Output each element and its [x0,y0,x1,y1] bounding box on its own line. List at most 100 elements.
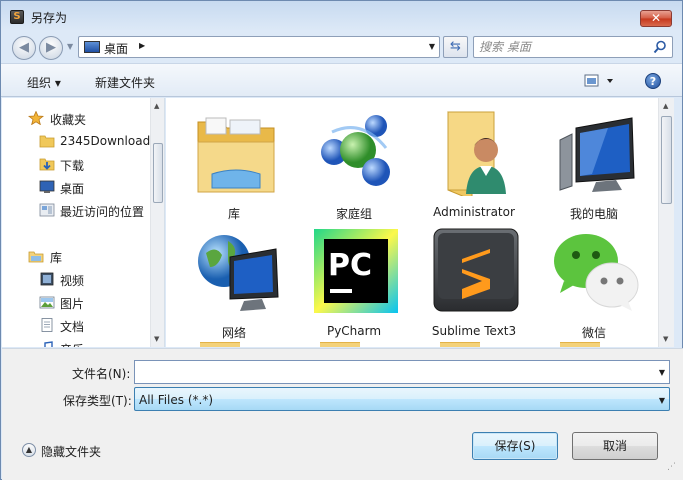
chevron-up-icon[interactable]: ▲ [22,443,36,457]
sidebar-item-label: 桌面 [60,182,85,196]
desktop-icon [39,180,55,193]
video-icon [40,272,54,286]
scrollbar-thumb[interactable] [661,116,672,204]
file-type-select[interactable]: All Files (*.*) ▼ [134,387,670,411]
list-item[interactable]: PC PyCharm [298,219,410,339]
navigation-scrollbar[interactable]: ▲ ▼ [150,98,164,347]
computer-icon [559,117,635,192]
sidebar-item-music[interactable]: 音乐 [2,338,150,347]
command-bar: 组织 ▾ 新建文件夹 ? [1,63,682,97]
change-view-icon[interactable] [584,73,618,89]
save-button[interactable]: 保存(S) [472,432,558,460]
title-bar: S 另存为 ✕ [1,1,682,31]
filename-combobox[interactable]: ▼ [134,360,670,384]
svg-text:PC: PC [328,248,372,283]
scroll-up-arrow-icon[interactable]: ▲ [663,102,668,110]
scroll-down-arrow-icon[interactable]: ▼ [154,335,159,343]
sidebar-item-label: 文档 [60,320,85,334]
pycharm-icon: PC [314,229,398,313]
library-folder-icon [197,117,275,193]
file-label: 微信 [581,326,606,340]
forward-button[interactable]: ▶ [39,36,63,60]
new-folder-button[interactable]: 新建文件夹 [95,74,155,91]
sidebar-item-label: 2345Downloads [60,134,157,148]
scroll-up-arrow-icon[interactable]: ▲ [154,102,159,110]
sidebar-item-label: 图片 [60,297,85,311]
file-type-label: 保存类型(T): [63,394,132,408]
list-item[interactable]: 家庭组 [298,100,410,221]
save-as-dialog: S 另存为 ✕ ◀ ▶ ▼ 桌面 ▶ ▼ ⇆ 组织 ▾ 新建文件夹 ? [0,0,683,480]
chevron-down-icon[interactable]: ▼ [429,42,435,51]
partial-folder-icon [560,342,600,347]
organize-menu[interactable]: 组织 ▾ [27,74,61,91]
back-button[interactable]: ◀ [12,36,36,60]
music-icon [44,341,53,347]
hide-folders-label[interactable]: 隐藏文件夹 [41,443,101,460]
filename-label: 文件名(N): [72,367,131,381]
libraries-icon [28,251,44,263]
pictures-icon [39,296,55,309]
list-item[interactable]: 我的电脑 [538,100,650,221]
refresh-button[interactable]: ⇆ [443,36,468,58]
resize-grip-icon[interactable]: ⋰ [667,463,679,476]
list-item[interactable]: 微信 [538,219,650,340]
file-label: Sublime Text3 [431,324,517,338]
recent-places-icon [39,203,55,217]
sidebar-item-desktop[interactable]: 桌面 [2,177,150,197]
sidebar-item-documents[interactable]: 文档 [2,315,150,335]
sidebar-item-favorites[interactable]: 收藏夹 [2,108,150,128]
navigation-pane: 收藏夹 2345Downloads 下载 桌面 最近访问的位置 库 视频 图片 … [2,98,165,347]
sidebar-item-label: 下载 [60,159,85,173]
list-item[interactable]: 网络 [178,219,290,340]
sidebar-item-libraries[interactable]: 库 [2,246,150,266]
close-button[interactable]: ✕ [640,10,672,27]
sidebar-item-recent[interactable]: 最近访问的位置 [2,200,150,220]
sidebar-item-label: 最近访问的位置 [60,205,145,219]
file-label: PyCharm [326,324,382,338]
file-label: 网络 [221,326,246,340]
documents-icon [41,318,53,332]
list-item[interactable]: Sublime Text3 [418,219,530,339]
search-icon[interactable] [653,40,667,54]
download-folder-icon [39,158,55,171]
search-box[interactable] [473,36,673,58]
sidebar-item-label: 音乐 [60,341,84,347]
network-icon [198,235,279,311]
file-list: 库 家庭组 Administrator 我的电脑 网络 PC PyCharm S… [166,98,658,347]
recent-locations-dropdown[interactable]: ▼ [67,42,73,51]
partial-folder-icon [320,342,360,347]
address-bar[interactable]: 桌面 ▶ ▼ [78,36,440,58]
scroll-down-arrow-icon[interactable]: ▼ [663,335,668,343]
cancel-button[interactable]: 取消 [572,432,658,460]
partial-folder-icon [200,342,240,347]
chevron-down-icon[interactable]: ▼ [659,368,665,377]
scrollbar-thumb[interactable] [153,143,163,203]
window-title: 另存为 [31,11,68,25]
partial-folder-icon [440,342,480,347]
homegroup-icon [321,115,390,186]
help-icon[interactable]: ? [645,73,661,89]
sidebar-item-label: 库 [50,251,63,265]
sublime-app-icon: S [10,10,24,24]
wechat-icon [554,234,639,311]
sidebar-item-downloads[interactable]: 下载 [2,154,150,174]
folder-icon [39,135,55,148]
sidebar-item-label: 收藏夹 [50,113,87,127]
sidebar-item-videos[interactable]: 视频 [2,269,150,289]
sidebar-item-pictures[interactable]: 图片 [2,292,150,312]
address-location[interactable]: 桌面 [104,40,128,57]
search-input[interactable] [479,39,649,55]
star-icon [28,111,44,125]
chevron-right-icon[interactable]: ▶ [139,41,145,50]
desktop-icon [84,41,100,53]
chevron-down-icon[interactable]: ▼ [659,396,665,405]
sidebar-item-2345downloads[interactable]: 2345Downloads [2,131,156,151]
content-scrollbar[interactable]: ▲ ▼ [658,98,674,347]
sidebar-item-label: 视频 [60,274,85,288]
list-item[interactable]: Administrator [418,100,530,220]
file-type-value[interactable]: All Files (*.*) [139,393,213,407]
file-label: Administrator [433,205,515,219]
filename-input[interactable] [139,364,639,380]
user-folder-icon [447,111,506,196]
list-item[interactable]: 库 [178,100,290,221]
